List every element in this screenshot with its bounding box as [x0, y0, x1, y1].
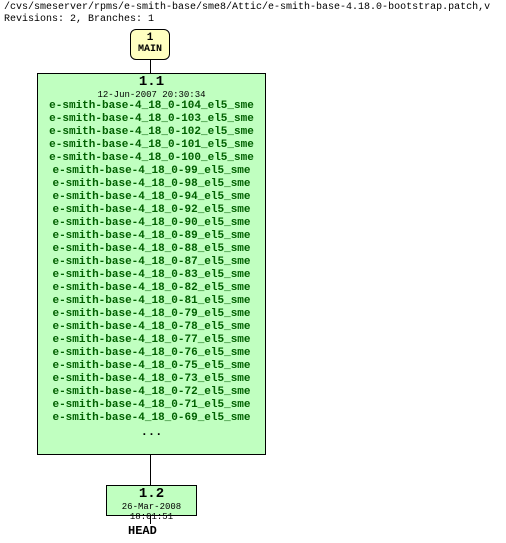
- file-entry: e-smith-base-4_18_0-98_el5_sme: [38, 178, 265, 191]
- head-label: HEAD: [128, 524, 157, 538]
- revision-2-box[interactable]: 1.2 26-Mar-2008 18:01:51: [106, 485, 197, 516]
- main-branch-box: 1 MAIN: [130, 29, 170, 60]
- header: /cvs/smeserver/rpms/e-smith-base/sme8/At…: [4, 2, 490, 26]
- file-entry: e-smith-base-4_18_0-94_el5_sme: [38, 191, 265, 204]
- revision-1-date: 12-Jun-2007 20:30:34: [38, 90, 265, 100]
- file-entry: e-smith-base-4_18_0-76_el5_sme: [38, 347, 265, 360]
- file-entry: e-smith-base-4_18_0-89_el5_sme: [38, 230, 265, 243]
- connector-line-2: [150, 455, 151, 485]
- file-entry: e-smith-base-4_18_0-101_el5_sme: [38, 139, 265, 152]
- file-entry: e-smith-base-4_18_0-92_el5_sme: [38, 204, 265, 217]
- revision-1-box[interactable]: 1.1 12-Jun-2007 20:30:34 e-smith-base-4_…: [37, 73, 266, 455]
- file-entry: e-smith-base-4_18_0-88_el5_sme: [38, 243, 265, 256]
- file-entry: e-smith-base-4_18_0-77_el5_sme: [38, 334, 265, 347]
- file-entry: e-smith-base-4_18_0-81_el5_sme: [38, 295, 265, 308]
- file-entry: e-smith-base-4_18_0-102_el5_sme: [38, 126, 265, 139]
- file-entry: e-smith-base-4_18_0-78_el5_sme: [38, 321, 265, 334]
- file-entry: e-smith-base-4_18_0-69_el5_sme: [38, 412, 265, 425]
- connector-line-1: [150, 60, 151, 73]
- file-list: e-smith-base-4_18_0-104_el5_smee-smith-b…: [38, 100, 265, 425]
- main-branch-number: 1: [131, 30, 169, 44]
- main-branch-label: MAIN: [131, 44, 169, 56]
- file-entry: e-smith-base-4_18_0-82_el5_sme: [38, 282, 265, 295]
- revision-2-number: 1.2: [107, 486, 196, 502]
- file-entry: e-smith-base-4_18_0-103_el5_sme: [38, 113, 265, 126]
- file-entry: e-smith-base-4_18_0-75_el5_sme: [38, 360, 265, 373]
- file-entry: e-smith-base-4_18_0-79_el5_sme: [38, 308, 265, 321]
- file-entry: e-smith-base-4_18_0-100_el5_sme: [38, 152, 265, 165]
- path-text: /cvs/smeserver/rpms/e-smith-base/sme8/At…: [4, 2, 490, 14]
- file-entry: e-smith-base-4_18_0-87_el5_sme: [38, 256, 265, 269]
- revisions-text: Revisions: 2, Branches: 1: [4, 14, 490, 26]
- file-entry: e-smith-base-4_18_0-83_el5_sme: [38, 269, 265, 282]
- ellipsis: ...: [38, 425, 265, 439]
- file-entry: e-smith-base-4_18_0-90_el5_sme: [38, 217, 265, 230]
- file-entry: e-smith-base-4_18_0-72_el5_sme: [38, 386, 265, 399]
- revision-1-number: 1.1: [38, 74, 265, 90]
- revision-2-date: 26-Mar-2008 18:01:51: [107, 502, 196, 522]
- file-entry: e-smith-base-4_18_0-73_el5_sme: [38, 373, 265, 386]
- file-entry: e-smith-base-4_18_0-99_el5_sme: [38, 165, 265, 178]
- file-entry: e-smith-base-4_18_0-104_el5_sme: [38, 100, 265, 113]
- connector-line-3: [150, 516, 151, 524]
- file-entry: e-smith-base-4_18_0-71_el5_sme: [38, 399, 265, 412]
